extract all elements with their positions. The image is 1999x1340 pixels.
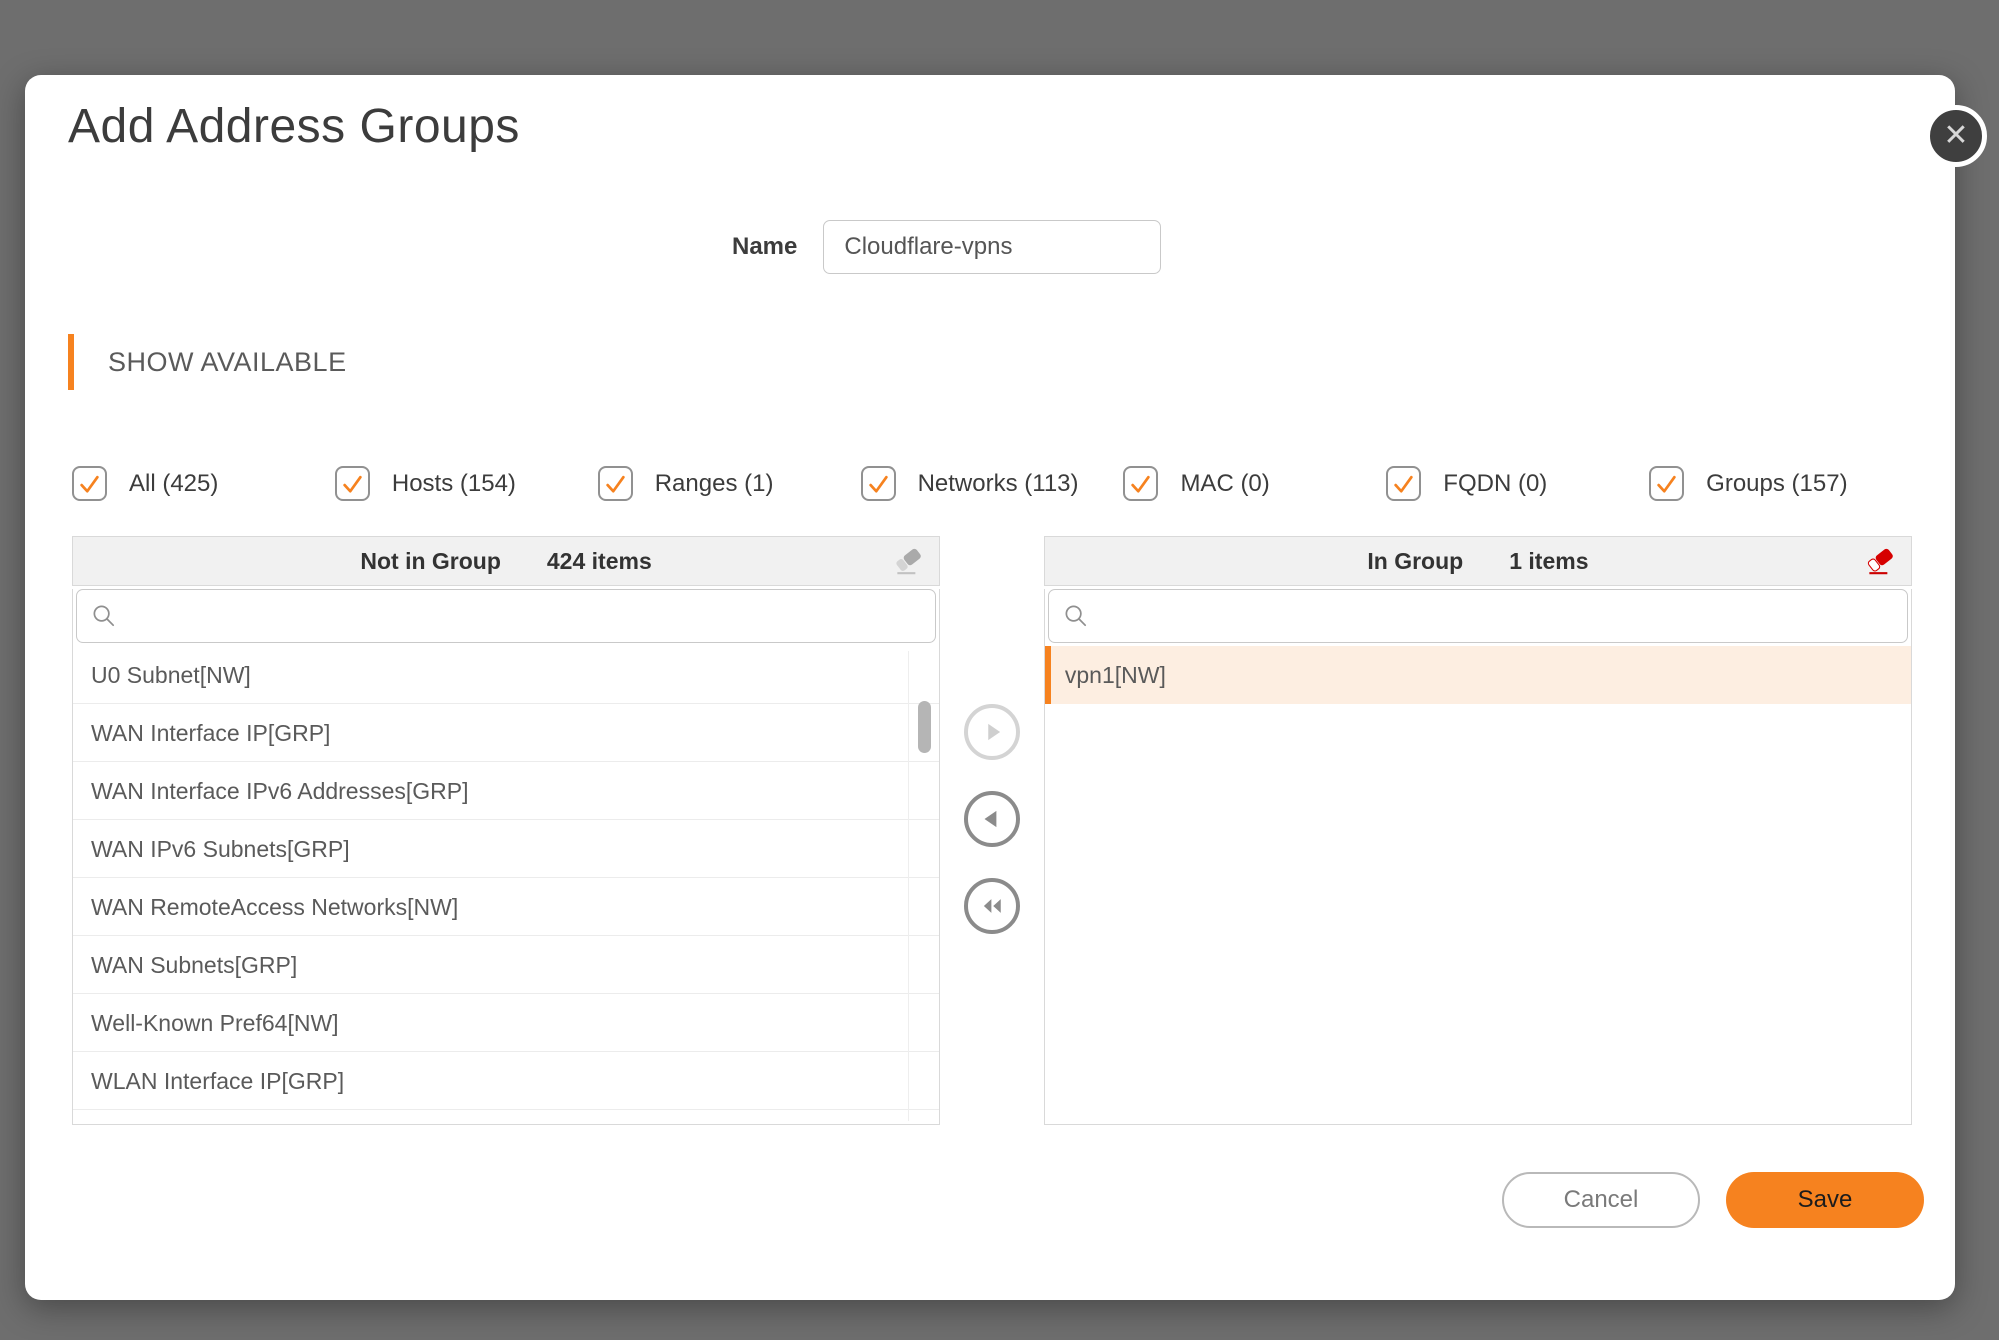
right-search-box bbox=[1048, 589, 1908, 643]
not-in-group-header: Not in Group 424 items bbox=[72, 536, 940, 586]
checkbox-checked-icon[interactable] bbox=[598, 466, 633, 501]
clear-left-selection-eraser-icon[interactable] bbox=[891, 544, 927, 578]
not-in-group-list: U0 Subnet[NW]WAN Interface IP[GRP]WAN In… bbox=[73, 646, 939, 1122]
search-icon bbox=[1063, 603, 1090, 630]
list-item[interactable]: Well-Known Pref64[NW] bbox=[73, 994, 939, 1052]
list-item-selected[interactable]: vpn1[NW] bbox=[1045, 646, 1911, 704]
list-item[interactable]: WAN RemoteAccess Networks[NW] bbox=[73, 878, 939, 936]
checkbox-checked-icon[interactable] bbox=[1386, 466, 1421, 501]
list-item[interactable]: WAN Interface IPv6 Addresses[GRP] bbox=[73, 762, 939, 820]
left-search-box bbox=[76, 589, 936, 643]
list-item[interactable]: U0 Subnet[NW] bbox=[73, 646, 939, 704]
checkbox-checked-icon[interactable] bbox=[1649, 466, 1684, 501]
move-right-icon bbox=[964, 704, 1020, 760]
clear-right-selection-eraser-icon[interactable] bbox=[1863, 544, 1899, 578]
search-icon bbox=[91, 603, 118, 630]
filter-checkbox-item[interactable]: Networks (113) bbox=[861, 466, 1124, 501]
move-all-left-icon[interactable] bbox=[964, 878, 1020, 934]
dual-list-transfer: Not in Group 424 items bbox=[72, 536, 1912, 1125]
cancel-button[interactable]: Cancel bbox=[1502, 1172, 1700, 1228]
filter-checkbox-item[interactable]: Groups (157) bbox=[1649, 466, 1912, 501]
save-button[interactable]: Save bbox=[1726, 1172, 1924, 1228]
name-label: Name bbox=[732, 233, 797, 261]
close-icon[interactable]: ✕ bbox=[1925, 105, 1987, 167]
list-item[interactable]: WLAN Interface IP[GRP] bbox=[73, 1052, 939, 1110]
not-in-group-body: U0 Subnet[NW]WAN Interface IP[GRP]WAN In… bbox=[72, 589, 940, 1125]
filter-checkbox-item[interactable]: FQDN (0) bbox=[1386, 466, 1649, 501]
filter-label: All (425) bbox=[129, 468, 246, 499]
panel-count: 424 items bbox=[547, 548, 652, 575]
list-item[interactable]: WAN IPv6 Subnets[GRP] bbox=[73, 820, 939, 878]
filter-label: FQDN (0) bbox=[1443, 468, 1575, 499]
section-title: SHOW AVAILABLE bbox=[108, 347, 347, 378]
filter-label: Hosts (154) bbox=[392, 468, 544, 499]
left-search-input[interactable] bbox=[130, 590, 921, 642]
transfer-buttons bbox=[940, 536, 1044, 1125]
checkbox-checked-icon[interactable] bbox=[335, 466, 370, 501]
list-item[interactable]: WAN Interface IP[GRP] bbox=[73, 704, 939, 762]
filter-checkbox-item[interactable]: All (425) bbox=[72, 466, 335, 501]
in-group-body: vpn1[NW] bbox=[1044, 589, 1912, 1125]
show-available-section: SHOW AVAILABLE bbox=[68, 334, 1912, 390]
filter-label: Ranges (1) bbox=[655, 468, 802, 499]
checkbox-checked-icon[interactable] bbox=[1123, 466, 1158, 501]
checkbox-checked-icon[interactable] bbox=[72, 466, 107, 501]
checkbox-checked-icon[interactable] bbox=[861, 466, 896, 501]
filter-checkbox-item[interactable]: Ranges (1) bbox=[598, 466, 861, 501]
panel-title: Not in Group bbox=[360, 548, 501, 575]
in-group-list: vpn1[NW] bbox=[1045, 646, 1911, 1122]
filter-row: All (425) Hosts (154) Ranges (1) bbox=[72, 466, 1912, 501]
left-list-scrollbar[interactable] bbox=[918, 701, 931, 753]
name-row: Name bbox=[732, 220, 1912, 274]
in-group-panel: In Group 1 items bbox=[1044, 536, 1912, 1125]
filter-checkbox-item[interactable]: Hosts (154) bbox=[335, 466, 598, 501]
right-search-input[interactable] bbox=[1102, 590, 1893, 642]
list-item[interactable]: WAN Subnets[GRP] bbox=[73, 936, 939, 994]
not-in-group-panel: Not in Group 424 items bbox=[72, 536, 940, 1125]
page-title: Add Address Groups bbox=[68, 75, 1912, 154]
accent-bar bbox=[68, 334, 74, 390]
add-address-groups-dialog: ✕ Add Address Groups Name SHOW AVAILABLE… bbox=[25, 75, 1955, 1300]
in-group-header: In Group 1 items bbox=[1044, 536, 1912, 586]
panel-title: In Group bbox=[1367, 548, 1463, 575]
filter-label: MAC (0) bbox=[1180, 468, 1297, 499]
dialog-footer: Cancel Save bbox=[68, 1172, 1924, 1228]
panel-count: 1 items bbox=[1509, 548, 1588, 575]
group-name-input[interactable] bbox=[823, 220, 1161, 274]
filter-checkbox-item[interactable]: MAC (0) bbox=[1123, 466, 1386, 501]
move-left-icon[interactable] bbox=[964, 791, 1020, 847]
filter-label: Networks (113) bbox=[918, 468, 1107, 499]
filter-label: Groups (157) bbox=[1706, 468, 1875, 499]
